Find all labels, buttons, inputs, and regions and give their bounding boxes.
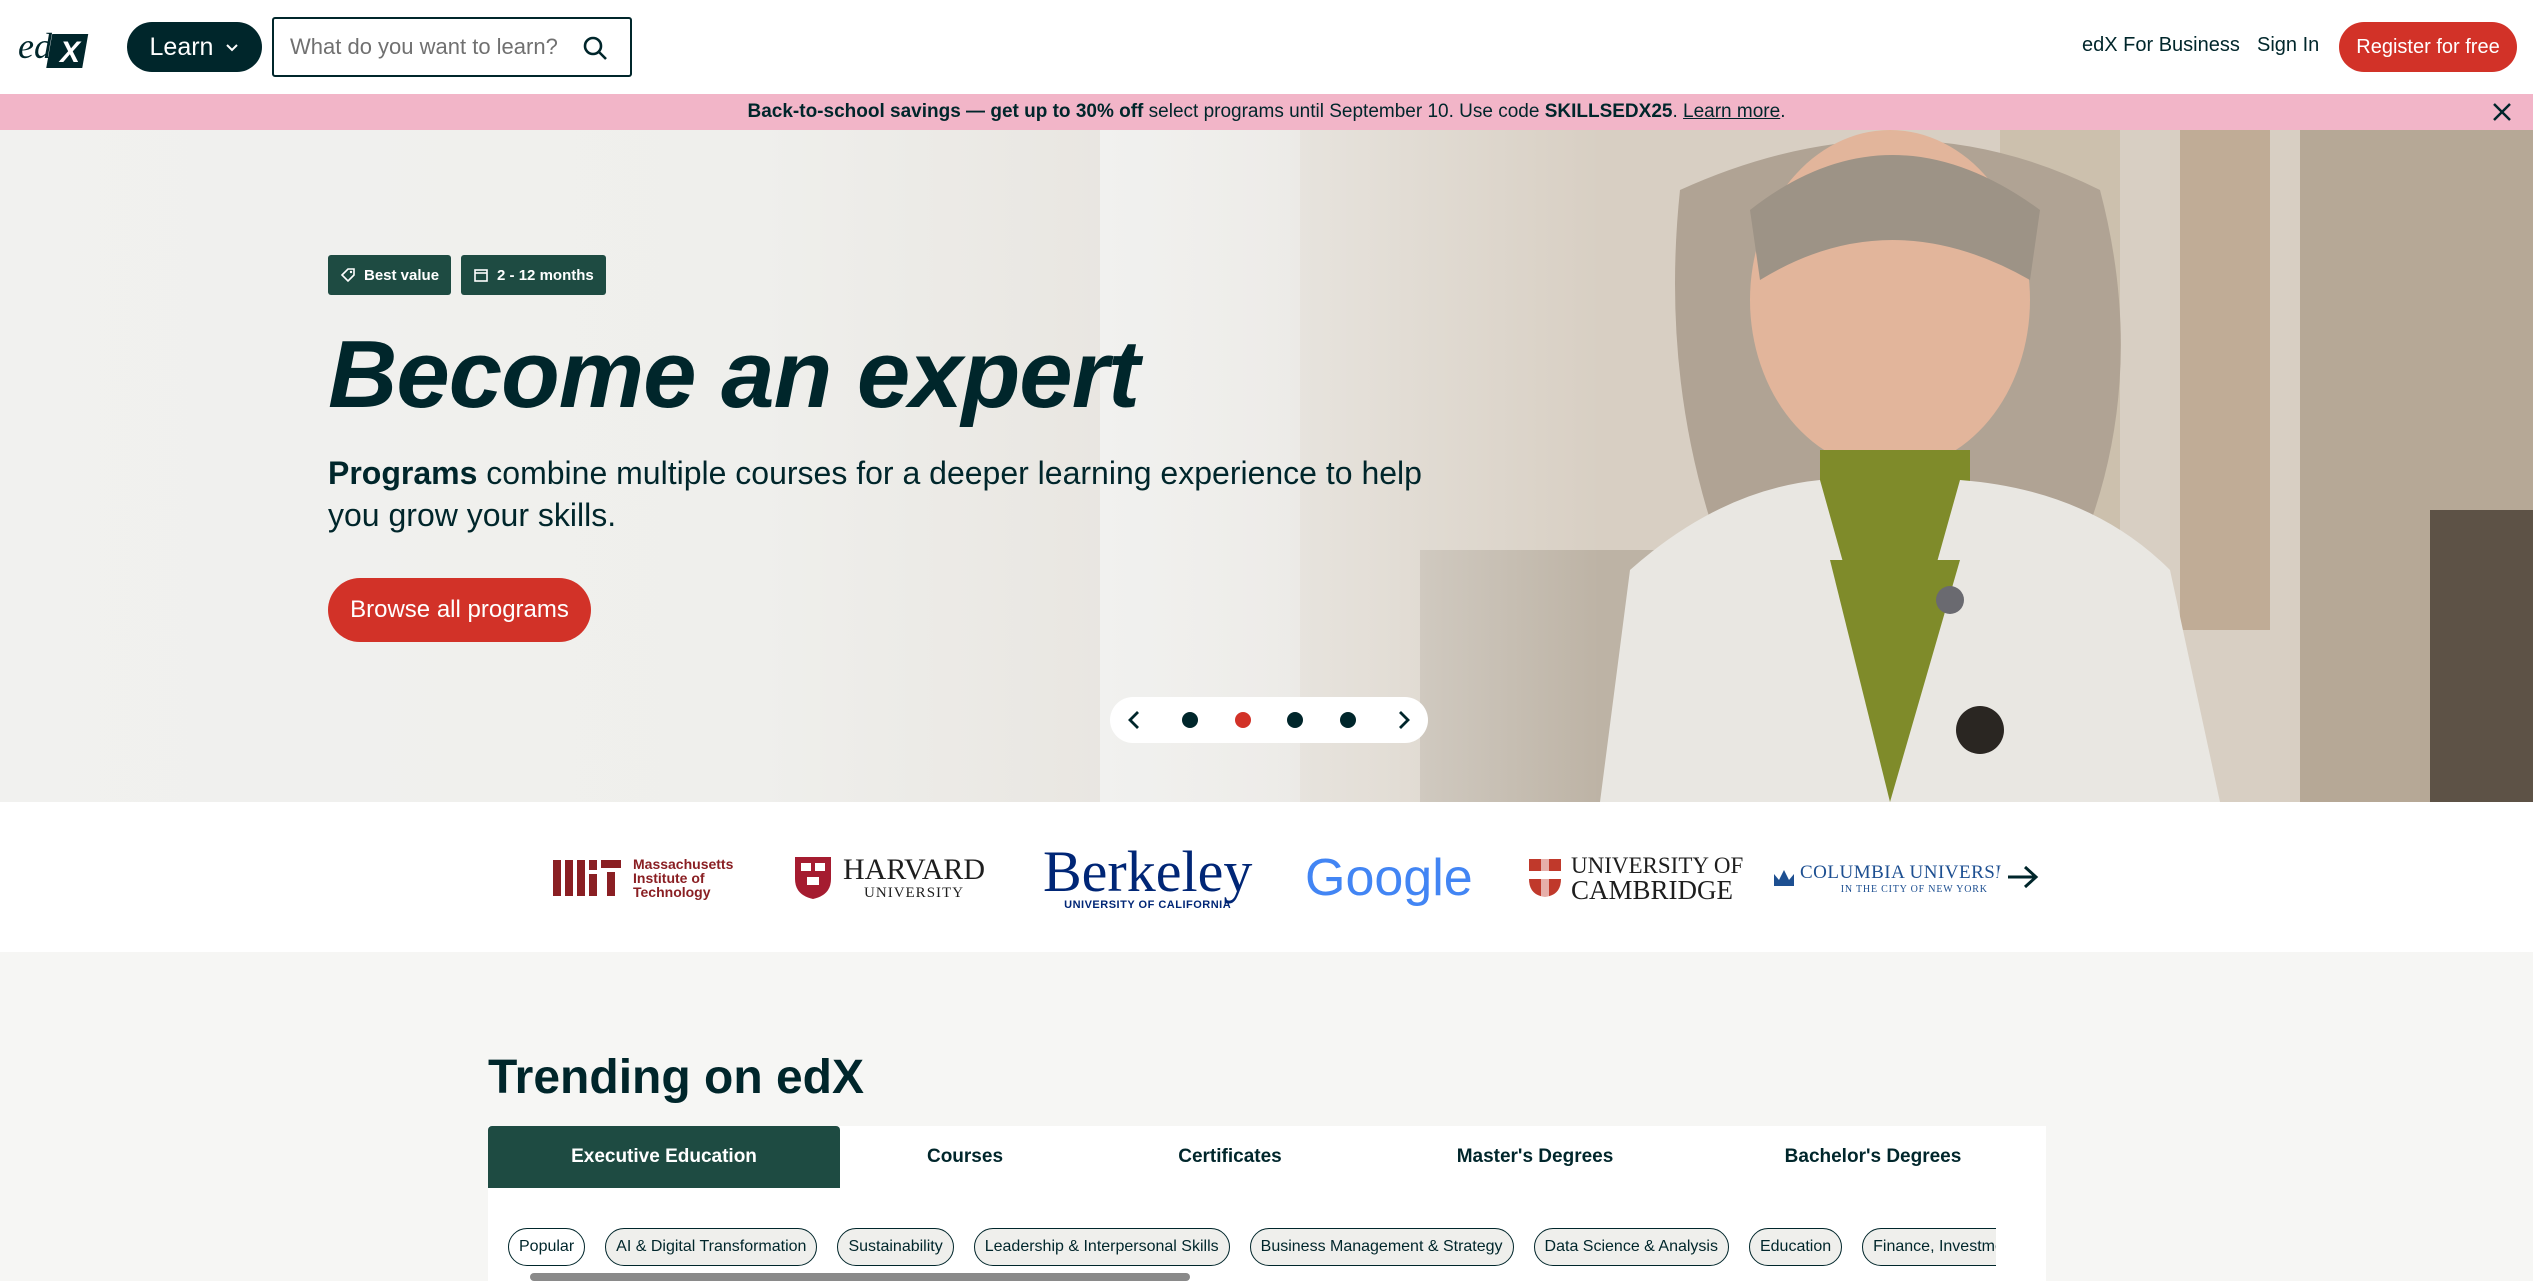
carousel-dot-1[interactable] xyxy=(1182,712,1199,728)
berkeley-logo[interactable]: Berkeley UNIVERSITY OF CALIFORNIA xyxy=(1043,840,1252,916)
hero-desc-bold: Programs xyxy=(328,455,478,491)
learn-label: Learn xyxy=(149,32,214,61)
arrow-right-icon xyxy=(2008,865,2039,889)
cambridge-line-2: CAMBRIDGE xyxy=(1571,875,1734,905)
promo-body: select programs until September 10. Use … xyxy=(1143,101,1545,122)
duration-badge: 2 - 12 months xyxy=(461,255,606,295)
google-logo[interactable]: Google xyxy=(1305,840,1473,916)
mit-mark xyxy=(553,860,621,896)
logos-next-button[interactable] xyxy=(1998,852,2048,902)
svg-text:X: X xyxy=(58,36,82,69)
tab-masters-degrees[interactable]: Master's Degrees xyxy=(1370,1126,1700,1188)
cambridge-shield-icon xyxy=(1529,859,1561,897)
chip-ai-digital[interactable]: AI & Digital Transformation xyxy=(605,1228,818,1266)
columbia-line-2: IN THE CITY OF NEW YORK xyxy=(1840,883,1988,895)
search-icon[interactable] xyxy=(582,35,608,61)
harvard-line-2: UNIVERSITY xyxy=(864,884,965,901)
mit-line-1: Massachusetts xyxy=(633,856,734,872)
trending-tabs: Executive Education Courses Certificates… xyxy=(488,1126,2046,1188)
badge-label: 2 - 12 months xyxy=(497,266,594,284)
trending-section: Trending on edX Executive Education Cour… xyxy=(0,952,2533,1281)
sign-in-link[interactable]: Sign In xyxy=(2257,34,2319,57)
promo-learn-more-link[interactable]: Learn more xyxy=(1683,101,1780,122)
chip-popular[interactable]: Popular xyxy=(508,1228,586,1266)
badge-label: Best value xyxy=(364,266,440,284)
trending-title: Trending on edX xyxy=(488,1051,865,1104)
hero-badges: Best value 2 - 12 months xyxy=(328,255,606,295)
tab-executive-education[interactable]: Executive Education xyxy=(488,1126,840,1188)
mit-line-2: Institute of xyxy=(633,870,705,886)
promo-text: Back-to-school savings — get up to 30% o… xyxy=(748,101,1786,123)
chip-leadership[interactable]: Leadership & Interpersonal Skills xyxy=(973,1228,1230,1266)
hero-description: Programs combine multiple courses for a … xyxy=(328,452,1448,536)
chip-sustainability[interactable]: Sustainability xyxy=(837,1228,954,1266)
best-value-badge: Best value xyxy=(328,255,452,295)
promo-end-period: . xyxy=(1780,101,1786,122)
tab-certificates[interactable]: Certificates xyxy=(1090,1126,1370,1188)
calendar-icon xyxy=(474,269,488,282)
promo-code: SKILLSEDX25 xyxy=(1544,101,1673,122)
carousel-dot-2[interactable] xyxy=(1234,712,1251,728)
chip-education[interactable]: Education xyxy=(1748,1228,1843,1266)
search-input[interactable] xyxy=(290,34,580,60)
edx-logo[interactable]: ed X xyxy=(16,24,94,70)
promo-bold-text: Back-to-school savings — get up to 30% o… xyxy=(747,101,1144,122)
chevron-left-icon[interactable] xyxy=(1124,709,1146,731)
site-header: ed X Learn edX For Business Sign In Regi… xyxy=(0,0,2533,94)
chevron-down-icon xyxy=(226,44,239,52)
carousel-controls xyxy=(1110,697,1428,743)
search-box xyxy=(272,17,632,77)
mit-logo[interactable]: Massachusetts Institute of Technology xyxy=(553,840,733,916)
chip-data-science[interactable]: Data Science & Analysis xyxy=(1533,1228,1729,1266)
berkeley-line-2: UNIVERSITY OF CALIFORNIA xyxy=(1064,899,1232,911)
hero-title: Become an expert xyxy=(328,321,1140,428)
edx-for-business-link[interactable]: edX For Business xyxy=(2082,34,2240,57)
tag-icon xyxy=(340,268,355,283)
google-wordmark: Google xyxy=(1305,849,1473,907)
hero-section: Best value 2 - 12 months Become an exper… xyxy=(0,130,2533,802)
harvard-logo[interactable]: HARVARD UNIVERSITY xyxy=(793,840,985,916)
carousel-dot-3[interactable] xyxy=(1287,712,1304,728)
columbia-logo[interactable]: COLUMBIA UNIVERSITY IN THE CITY OF NEW Y… xyxy=(1772,840,2029,916)
cambridge-logo[interactable]: UNIVERSITY OF CAMBRIDGE xyxy=(1527,840,1743,916)
carousel-dot-4[interactable] xyxy=(1339,712,1356,728)
harvard-shield-icon xyxy=(795,857,831,899)
chips-fade xyxy=(1996,1218,2046,1278)
columbia-line-1: COLUMBIA UNIVERSITY xyxy=(1800,861,2029,883)
promo-period: . xyxy=(1672,101,1678,122)
chips-scrollbar[interactable] xyxy=(530,1273,1190,1281)
mit-line-3: Technology xyxy=(633,884,711,900)
close-icon[interactable] xyxy=(2491,101,2513,123)
learn-menu-button[interactable]: Learn xyxy=(127,22,262,72)
partner-logos: Massachusetts Institute of Technology HA… xyxy=(0,802,2533,952)
hero-desc-text: combine multiple courses for a deeper le… xyxy=(328,455,1422,533)
crown-icon xyxy=(1774,870,1794,886)
tab-courses[interactable]: Courses xyxy=(840,1126,1090,1188)
promo-banner: Back-to-school savings — get up to 30% o… xyxy=(0,94,2533,130)
tab-bachelors-degrees[interactable]: Bachelor's Degrees xyxy=(1700,1126,2046,1188)
register-button[interactable]: Register for free xyxy=(2339,22,2517,72)
topic-chips-area: Popular AI & Digital Transformation Sust… xyxy=(488,1188,2046,1281)
harvard-line-1: HARVARD xyxy=(843,852,986,886)
berkeley-line-1: Berkeley xyxy=(1043,839,1253,904)
topic-chips: Popular AI & Digital Transformation Sust… xyxy=(508,1228,2046,1266)
chevron-right-icon[interactable] xyxy=(1392,709,1414,731)
chip-business-management[interactable]: Business Management & Strategy xyxy=(1249,1228,1514,1266)
browse-programs-button[interactable]: Browse all programs xyxy=(328,578,591,642)
